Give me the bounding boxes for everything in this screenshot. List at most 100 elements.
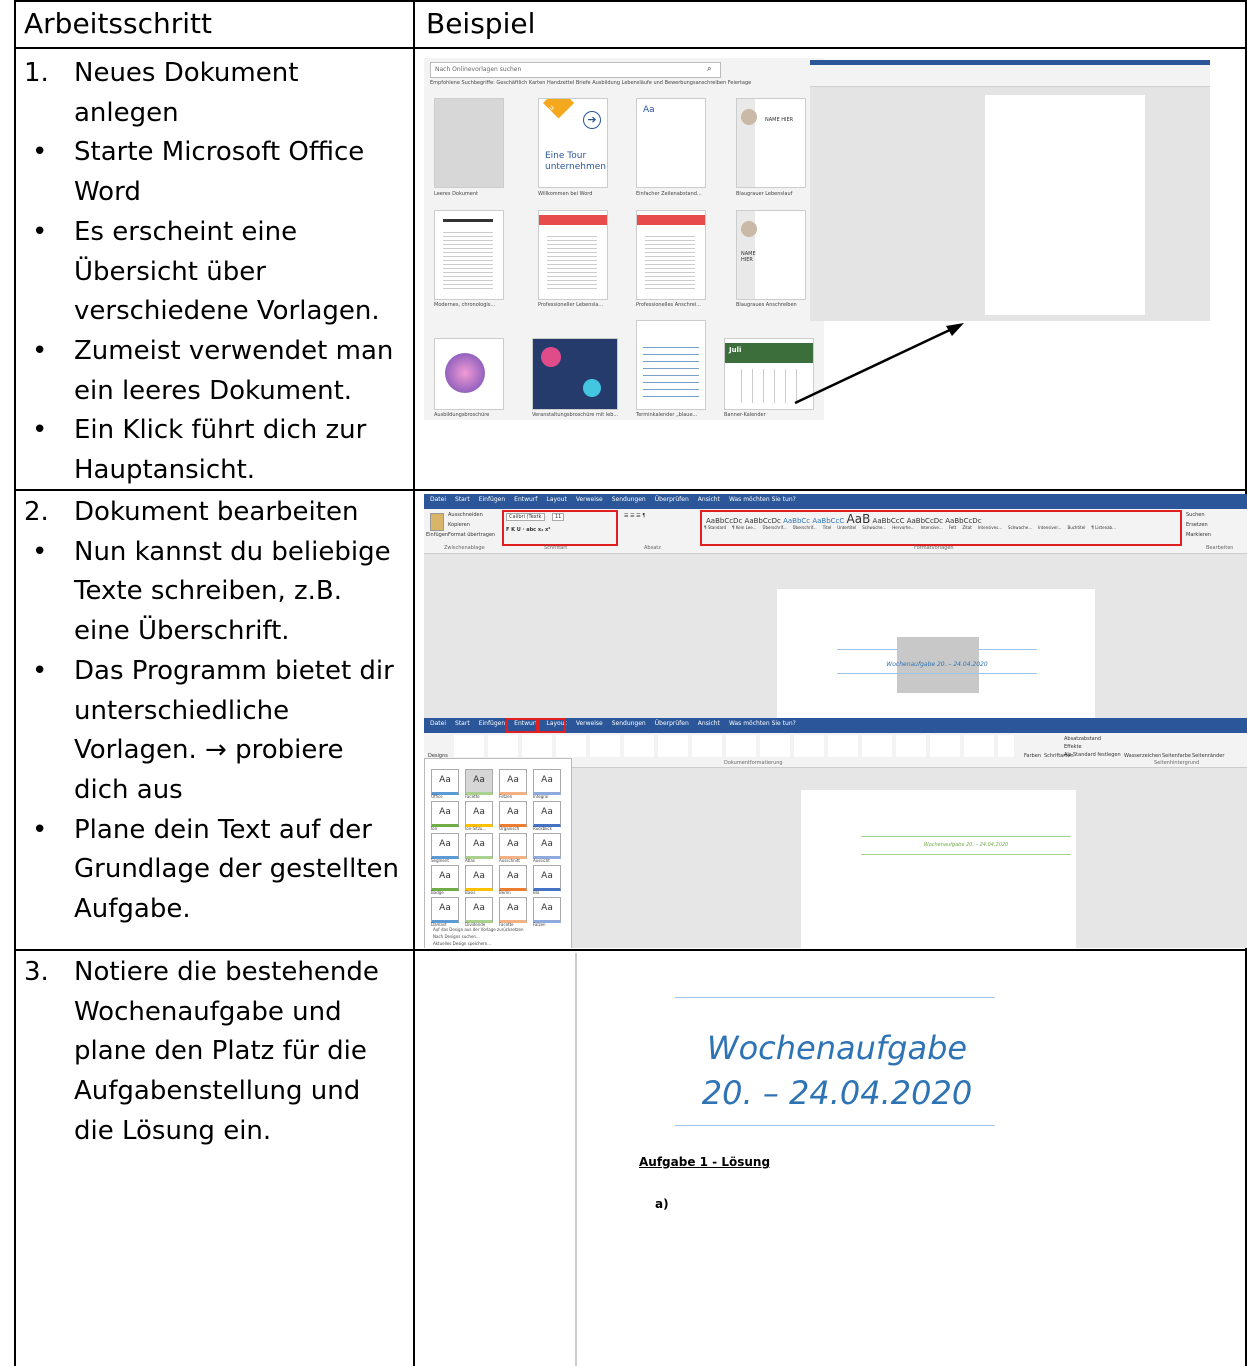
replace-button[interactable]: Ersetzen bbox=[1186, 522, 1208, 528]
theme-label: Integral bbox=[533, 794, 549, 799]
doc-title-line-1: Wochenaufgabe bbox=[706, 1029, 968, 1067]
tab-2[interactable]: Einfügen bbox=[479, 496, 505, 503]
theme-tile[interactable]: Aa bbox=[431, 769, 459, 795]
template-bluegray-cv[interactable]: NAME HIER bbox=[736, 98, 806, 188]
theme-tile[interactable]: Aa bbox=[431, 801, 459, 827]
tab-7[interactable]: Überprüfen bbox=[655, 496, 689, 503]
template-caption: Blaugrauer Lebenslauf bbox=[736, 191, 793, 197]
style-item[interactable]: ¶ Listenab... bbox=[1091, 525, 1116, 530]
bullet: • bbox=[32, 655, 48, 686]
theme-label: Berlin bbox=[499, 890, 511, 895]
tab-3[interactable]: Entwurf bbox=[514, 496, 537, 503]
colors-button[interactable]: Farben bbox=[1024, 753, 1041, 759]
template-blank-document[interactable] bbox=[434, 98, 504, 188]
theme-label: Ion-Sitzu... bbox=[465, 826, 487, 831]
theme-panel-link[interactable]: Nach Designs suchen... bbox=[433, 934, 480, 939]
find-button[interactable]: Suchen bbox=[1186, 512, 1205, 518]
tab-1[interactable]: Start bbox=[455, 720, 470, 727]
list-number: 2. bbox=[24, 497, 49, 527]
tab-1[interactable]: Start bbox=[455, 496, 470, 503]
paragraph-spacing-button[interactable]: Absatzabstand bbox=[1064, 736, 1101, 742]
template-tour[interactable]: Neu ➔ Eine Tour unternehmen bbox=[538, 98, 608, 188]
theme-tile[interactable]: Aa bbox=[533, 833, 561, 859]
entwurf-tab-highlight bbox=[506, 718, 538, 733]
paste-button[interactable]: Einfügen bbox=[426, 532, 448, 538]
paragraph-controls[interactable]: ☰ ☰ ☰ ¶ bbox=[624, 513, 645, 519]
theme-tile[interactable]: Aa bbox=[499, 833, 527, 859]
theme-tile[interactable]: Aa bbox=[499, 769, 527, 795]
tab-8[interactable]: Ansicht bbox=[698, 496, 720, 503]
cut-button[interactable]: Ausschneiden bbox=[448, 512, 483, 518]
font-select[interactable]: Calibri (Textk bbox=[506, 513, 545, 521]
tab-0[interactable]: Datei bbox=[430, 720, 446, 727]
theme-tile[interactable]: Aa bbox=[431, 897, 459, 923]
tab-0[interactable]: Datei bbox=[430, 496, 446, 503]
template-appointment-calendar[interactable] bbox=[636, 320, 706, 410]
template-caption: Einfacher Zeilenabstand... bbox=[636, 191, 702, 197]
doc-title: Wochenaufgabe 20. – 24.04.2020 bbox=[923, 842, 1009, 848]
bold-button[interactable]: F K U · abc x₂ x² bbox=[506, 527, 550, 533]
theme-tile[interactable]: Aa bbox=[465, 833, 493, 859]
template-event-brochure[interactable] bbox=[532, 338, 618, 410]
style-item[interactable]: Schwache... bbox=[1008, 525, 1032, 530]
tab-9[interactable]: Was möchten Sie tun? bbox=[729, 496, 796, 503]
tab-9[interactable]: Was möchten Sie tun? bbox=[729, 720, 796, 727]
theme-tile[interactable]: Aa bbox=[533, 801, 561, 827]
theme-panel-link[interactable]: Auf das Design aus der Vorlage zurückset… bbox=[433, 927, 524, 932]
tab-7[interactable]: Überprüfen bbox=[655, 720, 689, 727]
theme-tile[interactable]: Aa bbox=[431, 865, 459, 891]
template-search-input[interactable]: Nach Onlinevorlagen suchen bbox=[430, 62, 721, 78]
paste-icon[interactable] bbox=[430, 513, 444, 531]
page-borders-button[interactable]: Seitenränder bbox=[1192, 753, 1224, 759]
tab-2[interactable]: Einfügen bbox=[479, 720, 505, 727]
template-training-brochure[interactable] bbox=[434, 338, 504, 410]
select-button[interactable]: Markieren bbox=[1186, 532, 1211, 538]
template-professional-cv[interactable] bbox=[538, 210, 608, 300]
bullet: • bbox=[32, 137, 48, 168]
theme-tile[interactable]: Aa bbox=[533, 897, 561, 923]
theme-tile[interactable]: Aa bbox=[499, 801, 527, 827]
copy-button[interactable]: Kopieren bbox=[448, 522, 470, 528]
tab-6[interactable]: Sendungen bbox=[612, 720, 646, 727]
style-item[interactable]: Intensiver... bbox=[1038, 525, 1061, 530]
tab-4[interactable]: Layout bbox=[546, 496, 566, 503]
search-suggestions: Empfohlene Suchbegriffe: Geschäftlich Ka… bbox=[430, 80, 752, 86]
theme-tile[interactable]: Aa bbox=[465, 865, 493, 891]
tab-8[interactable]: Ansicht bbox=[698, 720, 720, 727]
template-professional-letter[interactable] bbox=[636, 210, 706, 300]
tab-6[interactable]: Sendungen bbox=[612, 496, 646, 503]
tab-5[interactable]: Verweise bbox=[576, 496, 603, 503]
bullet: • bbox=[32, 335, 48, 366]
tab-list: Datei Start Einfügen Entwurf Layout Verweise S… bbox=[430, 720, 805, 727]
theme-tile[interactable]: Aa bbox=[533, 865, 561, 891]
theme-tile[interactable]: Aa bbox=[431, 833, 459, 859]
format-painter-button[interactable]: Format übertragen bbox=[448, 532, 495, 538]
theme-tile[interactable]: Aa bbox=[465, 897, 493, 923]
theme-label: Fetzen bbox=[499, 794, 513, 799]
page-color-button[interactable]: Seitenfarbe bbox=[1162, 753, 1191, 759]
set-default-button[interactable]: Als Standard festlegen bbox=[1064, 752, 1121, 758]
tab-5[interactable]: Verweise bbox=[576, 720, 603, 727]
style-item[interactable]: Buchtitel bbox=[1067, 525, 1085, 530]
search-icon: ⌕ bbox=[707, 64, 712, 73]
template-modern-chrono[interactable] bbox=[434, 210, 504, 300]
rule bbox=[861, 854, 1071, 855]
step-line: die Lösung ein. bbox=[24, 1112, 409, 1152]
watermark-button[interactable]: Wasserzeichen bbox=[1124, 753, 1161, 759]
theme-tile[interactable]: Aa bbox=[465, 769, 493, 795]
theme-panel-link[interactable]: Aktuelles Design speichern... bbox=[433, 941, 491, 946]
font-size-select[interactable]: 11 bbox=[552, 513, 565, 521]
theme-tile[interactable]: Aa bbox=[533, 769, 561, 795]
effects-button[interactable]: Effekte bbox=[1064, 744, 1082, 750]
step-line: Grundlage der gestellten bbox=[24, 850, 409, 890]
step-line-text: verschiedene Vorlagen. bbox=[74, 296, 380, 327]
step-line-text: Hauptansicht. bbox=[74, 455, 256, 486]
template-gallery-screenshot: Nach Onlinevorlagen suchen ⌕ Empfohlene … bbox=[424, 58, 824, 420]
theme-tile[interactable]: Aa bbox=[499, 865, 527, 891]
style-set-gallery[interactable] bbox=[454, 735, 1014, 757]
theme-tile[interactable]: Aa bbox=[465, 801, 493, 827]
theme-tile[interactable]: Aa bbox=[499, 897, 527, 923]
template-simple-spacing[interactable]: Aa bbox=[636, 98, 706, 188]
ribbon-tab-bar: Datei Start Einfügen Entwurf Layout Verweise S… bbox=[424, 494, 1247, 509]
template-bluegray-letter[interactable]: NAME HIER bbox=[736, 210, 806, 300]
